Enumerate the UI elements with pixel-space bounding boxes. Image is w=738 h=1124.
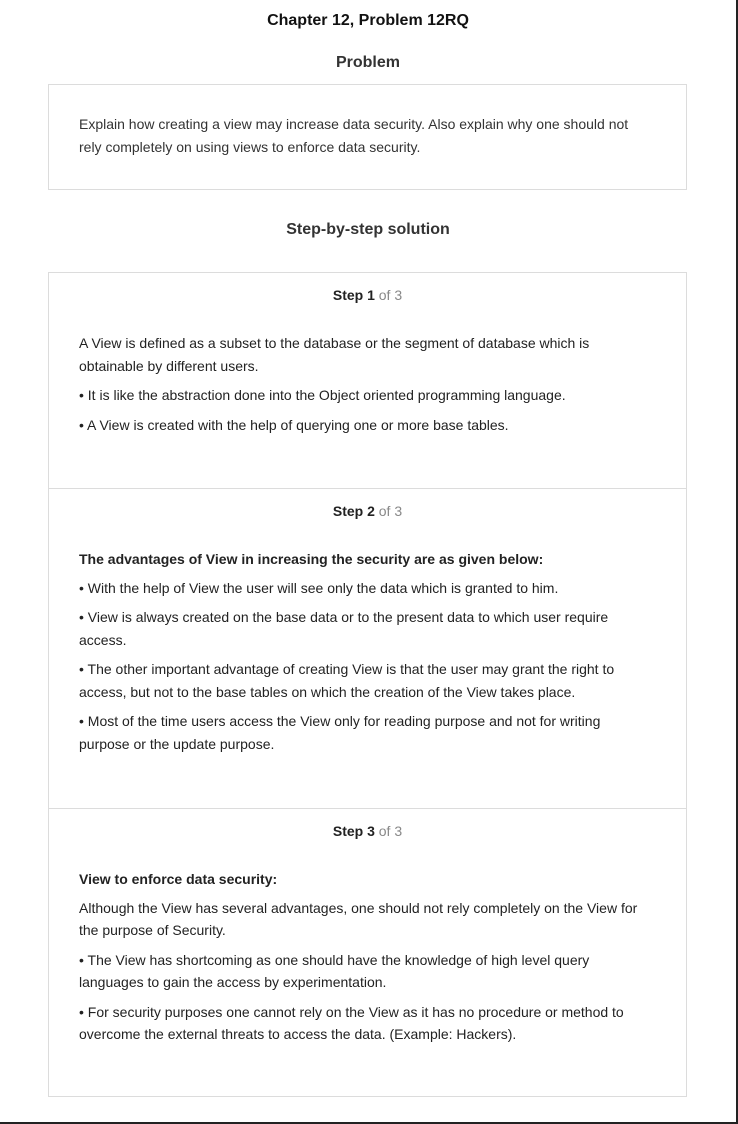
step-1-header: Step 1 of 3 (49, 287, 686, 303)
step-3-paragraph: • The View has shortcoming as one should… (79, 951, 590, 991)
problem-text: Explain how creating a view may increase… (79, 116, 629, 155)
step-3: Step 3 of 3 View to enforce data securit… (49, 808, 686, 1097)
step-2-heading: The advantages of View in increasing the… (79, 551, 544, 567)
step-1: Step 1 of 3 A View is defined as a subse… (49, 273, 686, 488)
step-2-header: Step 2 of 3 (49, 503, 686, 519)
problem-box: Explain how creating a view may increase… (48, 84, 687, 190)
step-1-body: A View is defined as a subset to the dat… (79, 332, 654, 443)
step-2-paragraph: • View is always created on the base dat… (79, 609, 609, 648)
step-3-body: View to enforce data security: Although … (79, 868, 654, 1053)
step-1-paragraph: • It is like the abstraction done into t… (79, 387, 566, 403)
step-1-of: of 3 (378, 287, 403, 303)
step-2-of: of 3 (378, 503, 403, 519)
step-2-label: Step 2 (332, 503, 375, 519)
step-2-paragraph: • With the help of View the user will se… (79, 579, 559, 596)
step-3-heading: View to enforce data security: (79, 871, 278, 887)
problem-heading: Problem (335, 54, 400, 71)
step-3-paragraph: • For security purposes one cannot rely … (79, 1003, 624, 1043)
step-3-header: Step 3 of 3 (49, 823, 686, 839)
step-1-label: Step 1 (332, 287, 375, 303)
steps-box: Step 1 of 3 A View is defined as a subse… (48, 272, 687, 1097)
step-3-label: Step 3 (332, 823, 375, 839)
step-2-body: The advantages of View in increasing the… (79, 548, 654, 762)
solution-heading: Step-by-step solution (286, 221, 450, 238)
step-3-paragraph: Although the View has several advantages… (79, 899, 638, 939)
step-1-paragraph: • A View is created with the help of que… (79, 416, 509, 433)
step-3-of: of 3 (378, 823, 403, 839)
step-2-paragraph: • The other important advantage of creat… (79, 661, 615, 700)
step-1-paragraph: A View is defined as a subset to the dat… (79, 335, 590, 374)
step-2-paragraph: • Most of the time users access the View… (79, 713, 601, 752)
chapter-title: Chapter 12, Problem 12RQ (267, 12, 469, 29)
step-2: Step 2 of 3 The advantages of View in in… (49, 488, 686, 809)
